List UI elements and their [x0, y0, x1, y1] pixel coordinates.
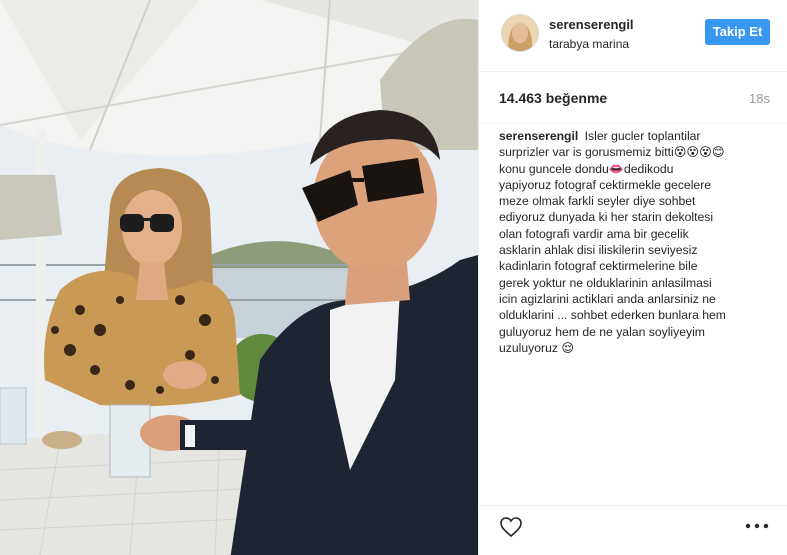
- post-username[interactable]: serenserengil: [549, 17, 634, 32]
- caption-line: asklarin ahlak disi iliskilerin seviyesi…: [499, 243, 698, 258]
- caption-line: uzuluyoruz 😌: [499, 340, 575, 355]
- post-photo[interactable]: [0, 0, 478, 555]
- post-header: serenserengil tarabya marina Takip Et: [479, 0, 787, 72]
- more-options-icon[interactable]: [744, 518, 770, 534]
- follow-button[interactable]: Takip Et: [705, 19, 770, 45]
- post-sidebar: serenserengil tarabya marina Takip Et 14…: [478, 0, 787, 555]
- caption-line: kadinlarin fotograf cektirmelerine bile: [499, 259, 698, 274]
- instagram-post: serenserengil tarabya marina Takip Et 14…: [0, 0, 787, 555]
- caption-line: gerek yoktur ne olduklarinin anlasilmasi: [499, 275, 712, 290]
- caption-line: konu guncele dondu👄dedikodu: [499, 161, 674, 176]
- caption-line: icin agizlarini actiklari anda anlarsini…: [499, 291, 716, 306]
- caption-line: ediyoruz dunyada ki her starin dekoltesi: [499, 210, 714, 225]
- post-caption: serenserengil Isler gucler toplantilar s…: [499, 128, 763, 356]
- caption-line: meze olmak farkli seyler diye sohbet: [499, 194, 696, 209]
- likes-count[interactable]: 14.463 beğenme: [499, 90, 607, 106]
- post-location[interactable]: tarabya marina: [549, 37, 629, 51]
- avatar-image: [502, 15, 538, 51]
- caption-line: surprizler var is gorusmemiz bitti😵😵😵😊: [499, 145, 725, 160]
- caption-line: yapiyoruz fotograf cektirmekle gecelere: [499, 177, 712, 192]
- caption-username[interactable]: serenserengil: [499, 129, 578, 143]
- post-time[interactable]: 18s: [749, 91, 770, 106]
- likes-row: 14.463 beğenme 18s: [479, 72, 787, 124]
- caption-line: guluyoruz hem de ne yalan soyliyeyim: [499, 324, 705, 339]
- heart-outline-icon[interactable]: [499, 516, 523, 538]
- post-actions: [479, 505, 787, 555]
- photo-illustration: [0, 0, 478, 555]
- caption-line: olan fotografi vardir ama bir gecelik: [499, 226, 689, 241]
- caption-line: Isler gucler toplantilar: [584, 129, 701, 143]
- user-avatar[interactable]: [501, 14, 539, 52]
- caption-line: olduklarini ... sohbet ederken bunlara h…: [499, 308, 726, 323]
